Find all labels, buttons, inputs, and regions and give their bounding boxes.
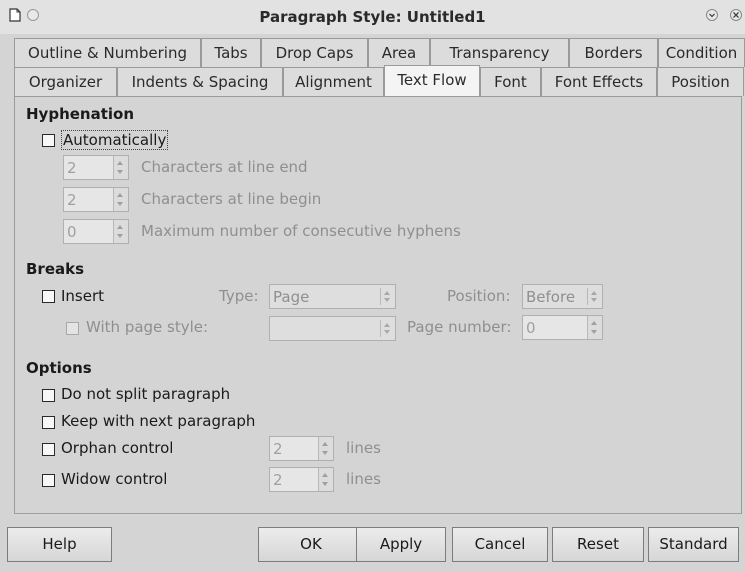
minimize-icon[interactable]: [705, 8, 719, 22]
tab-indents-spacing[interactable]: Indents & Spacing: [117, 67, 283, 96]
do-not-split-label: Do not split paragraph: [61, 385, 231, 403]
tab-borders[interactable]: Borders: [569, 38, 658, 67]
orphan-control-checkbox[interactable]: [42, 443, 55, 456]
chars-line-begin-spinner[interactable]: 2: [63, 187, 129, 212]
page-number-spinner[interactable]: 0: [522, 315, 603, 340]
help-button[interactable]: Help: [7, 527, 112, 562]
chars-line-end-label: Characters at line end: [141, 158, 308, 176]
insert-label: Insert: [61, 287, 105, 305]
tab-condition[interactable]: Condition: [658, 38, 745, 67]
type-select[interactable]: Page: [269, 284, 396, 309]
orphan-lines-value: 2: [273, 440, 283, 458]
reset-button[interactable]: Reset: [552, 527, 644, 562]
paragraph-style-dialog: Paragraph Style: Untitled1 Outline & Num…: [0, 0, 745, 572]
spinner-arrows-icon[interactable]: [318, 437, 333, 460]
tab-font[interactable]: Font: [480, 67, 541, 96]
dropdown-arrows-icon[interactable]: [587, 288, 600, 305]
type-value: Page: [273, 288, 310, 306]
keep-with-next-checkbox[interactable]: [42, 416, 55, 429]
widow-lines-value: 2: [273, 471, 283, 489]
keep-with-next-label: Keep with next paragraph: [61, 412, 256, 430]
hyphenation-heading: Hyphenation: [26, 105, 135, 123]
chars-line-begin-label: Characters at line begin: [141, 190, 322, 208]
tab-area[interactable]: Area: [368, 38, 430, 67]
text-flow-panel: Hyphenation Automatically 2 Characters a…: [14, 96, 742, 514]
automatically-label: Automatically: [61, 130, 169, 150]
tab-font-effects[interactable]: Font Effects: [541, 67, 657, 96]
widow-control-checkbox[interactable]: [42, 474, 55, 487]
tab-alignment[interactable]: Alignment: [283, 67, 384, 96]
window-title: Paragraph Style: Untitled1: [259, 8, 486, 26]
with-page-style-label: With page style:: [86, 318, 209, 336]
page-style-select[interactable]: [269, 316, 396, 341]
dropdown-arrows-icon[interactable]: [380, 320, 393, 337]
orphan-lines-spinner[interactable]: 2: [269, 436, 334, 461]
tab-organizer[interactable]: Organizer: [14, 67, 117, 96]
spinner-arrows-icon[interactable]: [587, 316, 602, 339]
page-number-label: Page number:: [407, 318, 512, 336]
options-heading: Options: [26, 359, 92, 377]
widow-control-label: Widow control: [61, 470, 168, 488]
with-page-style-checkbox[interactable]: [66, 322, 79, 335]
max-hyphens-value: 0: [67, 223, 77, 241]
max-hyphens-spinner[interactable]: 0: [63, 219, 129, 244]
spinner-arrows-icon[interactable]: [113, 220, 128, 243]
position-value: Before: [526, 288, 576, 306]
widow-lines-spinner[interactable]: 2: [269, 467, 334, 492]
type-label: Type:: [219, 287, 259, 305]
standard-button[interactable]: Standard: [648, 527, 739, 562]
do-not-split-checkbox[interactable]: [42, 389, 55, 402]
chars-line-begin-value: 2: [67, 191, 77, 209]
widow-lines-unit: lines: [346, 470, 381, 488]
chars-line-end-value: 2: [67, 159, 77, 177]
tab-text-flow[interactable]: Text Flow: [384, 65, 480, 98]
button-separator: [14, 513, 742, 514]
max-hyphens-label: Maximum number of consecutive hyphens: [141, 222, 461, 240]
apply-button[interactable]: Apply: [356, 527, 446, 562]
title-bar: Paragraph Style: Untitled1: [0, 0, 745, 34]
spinner-arrows-icon[interactable]: [113, 156, 128, 179]
orphan-control-label: Orphan control: [61, 439, 174, 457]
cancel-button[interactable]: Cancel: [452, 527, 548, 562]
breaks-heading: Breaks: [26, 260, 85, 278]
orphan-lines-unit: lines: [346, 439, 381, 457]
tab-drop-caps[interactable]: Drop Caps: [261, 38, 368, 67]
page-number-value: 0: [526, 319, 536, 337]
close-icon[interactable]: [729, 8, 743, 22]
insert-checkbox[interactable]: [42, 290, 55, 303]
tab-outline-numbering[interactable]: Outline & Numbering: [14, 38, 201, 67]
tab-position[interactable]: Position: [657, 67, 744, 96]
tab-transparency[interactable]: Transparency: [430, 38, 569, 67]
tab-tabs[interactable]: Tabs: [201, 38, 261, 67]
dropdown-arrows-icon[interactable]: [380, 288, 393, 305]
ok-button[interactable]: OK: [258, 527, 364, 562]
chars-line-end-spinner[interactable]: 2: [63, 155, 129, 180]
position-select[interactable]: Before: [522, 284, 603, 309]
position-label: Position:: [447, 287, 511, 305]
spinner-arrows-icon[interactable]: [113, 188, 128, 211]
automatically-checkbox[interactable]: [42, 134, 55, 147]
spinner-arrows-icon[interactable]: [318, 468, 333, 491]
